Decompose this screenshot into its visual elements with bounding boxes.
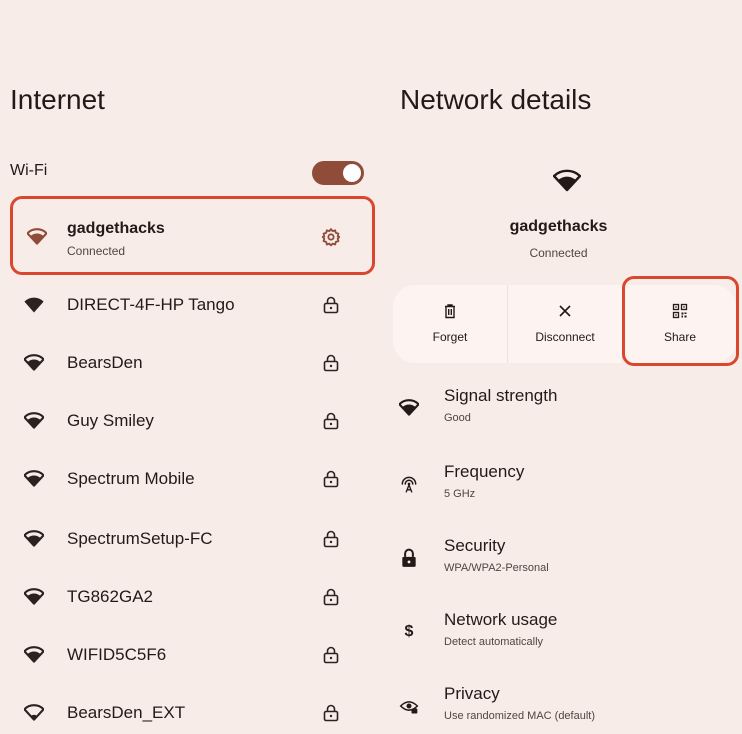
lock-icon bbox=[323, 470, 339, 488]
lock-icon bbox=[323, 412, 339, 430]
disconnect-label: Disconnect bbox=[535, 330, 595, 344]
close-icon bbox=[559, 305, 571, 317]
wifi-label: Wi-Fi bbox=[10, 162, 48, 179]
wifi-full-icon bbox=[553, 169, 581, 192]
disconnect-button[interactable]: Disconnect bbox=[508, 285, 622, 363]
detail-subtitle: Use randomized MAC (default) bbox=[444, 710, 596, 722]
lock-icon bbox=[402, 548, 416, 567]
wifi-icon bbox=[24, 588, 44, 605]
privacy-eye-icon bbox=[399, 701, 419, 714]
network-row[interactable]: WIFID5C5F6 bbox=[10, 626, 365, 684]
connected-network[interactable]: gadgethacks Connected bbox=[10, 196, 375, 275]
toggle-knob bbox=[343, 164, 361, 182]
detail-subtitle: Good bbox=[444, 412, 471, 424]
detail-title: Frequency bbox=[444, 462, 525, 481]
lock-icon bbox=[323, 354, 339, 372]
network-name: gadgethacks bbox=[509, 218, 608, 235]
dollar-icon: $ bbox=[404, 623, 414, 640]
wifi-icon bbox=[24, 470, 44, 487]
detail-title: Privacy bbox=[444, 684, 500, 703]
antenna-icon bbox=[401, 476, 417, 493]
detail-subtitle: 5 GHz bbox=[444, 488, 476, 500]
network-name: Guy Smiley bbox=[67, 411, 154, 430]
gear-icon[interactable] bbox=[321, 227, 341, 247]
connected-network-name: gadgethacks bbox=[67, 220, 165, 237]
detail-network-usage: $ Network usage Detect automatically bbox=[393, 602, 733, 662]
detail-title: Security bbox=[444, 536, 506, 555]
network-row[interactable]: BearsDen bbox=[10, 334, 365, 392]
trash-icon bbox=[445, 304, 455, 319]
detail-subtitle: Detect automatically bbox=[444, 636, 544, 648]
network-status: Connected bbox=[529, 246, 588, 260]
lock-icon bbox=[323, 588, 339, 606]
page-title: Network details bbox=[400, 84, 592, 115]
page-title: Internet bbox=[10, 84, 105, 115]
wifi-full-icon bbox=[24, 297, 44, 313]
wifi-icon bbox=[24, 646, 44, 663]
forget-label: Forget bbox=[432, 330, 468, 344]
detail-title: Signal strength bbox=[444, 386, 558, 405]
network-row[interactable]: Guy Smiley bbox=[10, 392, 365, 450]
network-row[interactable]: DIRECT-4F-HP Tango bbox=[10, 276, 365, 334]
network-name: Spectrum Mobile bbox=[67, 469, 195, 488]
lock-icon bbox=[323, 530, 339, 548]
network-row[interactable]: BearsDen_EXT bbox=[10, 684, 365, 734]
detail-signal-strength: Signal strength Good bbox=[393, 378, 733, 438]
wifi-weak-icon bbox=[24, 704, 44, 721]
lock-icon bbox=[323, 296, 339, 314]
network-name: DIRECT-4F-HP Tango bbox=[67, 295, 235, 314]
internet-panel: Internet Wi-Fi gadgethacks Connected DIR… bbox=[0, 0, 375, 734]
detail-subtitle: WPA/WPA2-Personal bbox=[444, 562, 549, 574]
wifi-toggle-row[interactable]: Wi-Fi bbox=[10, 158, 365, 188]
wifi-icon bbox=[24, 354, 44, 371]
network-name: TG862GA2 bbox=[67, 587, 153, 606]
network-name: SpectrumSetup-FC bbox=[67, 529, 213, 548]
detail-frequency: Frequency 5 GHz bbox=[393, 454, 733, 514]
detail-privacy[interactable]: Privacy Use randomized MAC (default) bbox=[393, 676, 733, 734]
network-row[interactable]: SpectrumSetup-FC bbox=[10, 510, 365, 568]
network-name: BearsDen_EXT bbox=[67, 703, 186, 722]
lock-icon bbox=[323, 646, 339, 664]
network-details-panel: Network details gadgethacks Connected Fo… bbox=[375, 0, 742, 734]
wifi-icon bbox=[27, 228, 47, 245]
lock-icon bbox=[323, 704, 339, 722]
network-name: BearsDen bbox=[67, 353, 143, 372]
wifi-icon bbox=[399, 399, 419, 416]
network-row[interactable]: TG862GA2 bbox=[10, 568, 365, 626]
share-highlight-outline bbox=[622, 276, 739, 366]
wifi-toggle[interactable] bbox=[312, 161, 364, 185]
network-row[interactable]: Spectrum Mobile bbox=[10, 450, 365, 508]
network-name: WIFID5C5F6 bbox=[67, 645, 167, 664]
forget-button[interactable]: Forget bbox=[393, 285, 507, 363]
detail-security: Security WPA/WPA2-Personal bbox=[393, 528, 733, 588]
connected-network-status: Connected bbox=[67, 244, 126, 258]
detail-title: Network usage bbox=[444, 610, 558, 629]
wifi-icon bbox=[24, 530, 44, 547]
wifi-icon bbox=[24, 412, 44, 429]
